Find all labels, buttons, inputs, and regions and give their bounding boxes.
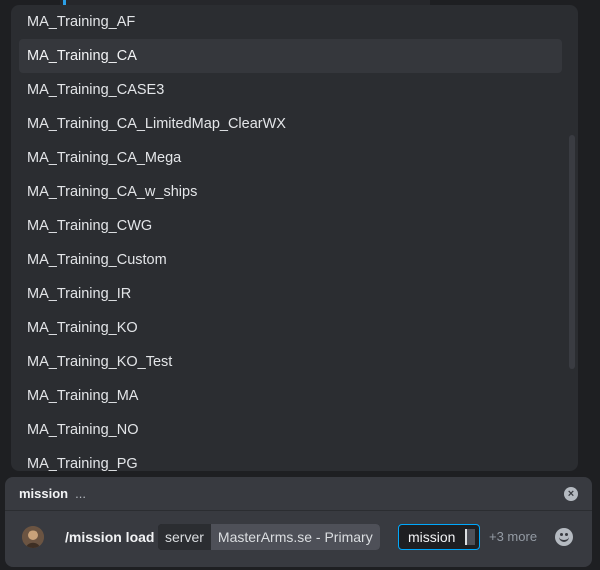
text-cursor xyxy=(465,529,475,545)
emoji-icon[interactable] xyxy=(555,528,573,546)
option-label: MA_Training_CWG xyxy=(27,218,153,234)
option-label: MA_Training_CA xyxy=(27,48,137,64)
autocomplete-option[interactable]: MA_Training_CASE3 xyxy=(19,73,562,107)
param-name: server xyxy=(158,524,211,550)
option-label: MA_Training_CA_w_ships xyxy=(27,184,198,200)
autocomplete-option[interactable]: MA_Training_MA xyxy=(19,379,562,413)
command-name: /mission load xyxy=(65,529,155,545)
param-name: mission xyxy=(408,529,456,545)
command-row: /mission load server MasterArms.se - Pri… xyxy=(5,521,592,553)
avatar xyxy=(22,526,44,548)
option-name: mission xyxy=(19,486,69,501)
param-pill-server[interactable]: server MasterArms.se - Primary xyxy=(158,524,380,550)
option-ellipsis: ... xyxy=(75,486,86,501)
option-label: MA_Training_KO xyxy=(27,320,138,336)
option-label: MA_Training_CA_Mega xyxy=(27,150,182,166)
autocomplete-option[interactable]: MA_Training_NO xyxy=(19,413,562,447)
autocomplete-option[interactable]: MA_Training_KO xyxy=(19,311,562,345)
autocomplete-option[interactable]: MA_Training_PG xyxy=(19,447,562,471)
autocomplete-option[interactable]: MA_Training_CA_w_ships xyxy=(19,175,562,209)
scrollbar[interactable] xyxy=(569,135,575,369)
autocomplete-option[interactable]: MA_Training_KO_Test xyxy=(19,345,562,379)
close-icon[interactable]: × xyxy=(564,487,578,501)
autocomplete-option[interactable]: MA_Training_Custom xyxy=(19,243,562,277)
option-label: MA_Training_CASE3 xyxy=(27,82,165,98)
option-label: MA_Training_NO xyxy=(27,422,139,438)
autocomplete-list: MA_Training_AF MA_Training_CA MA_Training_… xyxy=(19,5,562,471)
option-header: mission ... × xyxy=(5,477,592,511)
option-label: MA_Training_MA xyxy=(27,388,139,404)
slash-command-bar: mission ... × /mission load server Maste… xyxy=(5,477,592,567)
param-value: MasterArms.se - Primary xyxy=(210,524,380,550)
autocomplete-option[interactable]: MA_Training_CA_Mega xyxy=(19,141,562,175)
option-label: MA_Training_CA_LimitedMap_ClearWX xyxy=(27,116,286,132)
autocomplete-option[interactable]: MA_Training_IR xyxy=(19,277,562,311)
more-params-button[interactable]: +3 more xyxy=(489,529,537,544)
autocomplete-popup: MA_Training_AF MA_Training_CA MA_Training_… xyxy=(11,5,578,471)
autocomplete-option[interactable]: MA_Training_CWG xyxy=(19,209,562,243)
option-label: MA_Training_Custom xyxy=(27,252,167,268)
option-label: MA_Training_AF xyxy=(27,14,136,30)
param-pill-mission[interactable]: mission xyxy=(398,524,480,550)
autocomplete-option[interactable]: MA_Training_AF xyxy=(19,5,562,39)
option-label: MA_Training_IR xyxy=(27,286,132,302)
autocomplete-option[interactable]: MA_Training_CA_LimitedMap_ClearWX xyxy=(19,107,562,141)
smiley-mouth xyxy=(559,537,569,542)
option-label: MA_Training_KO_Test xyxy=(27,354,173,370)
option-label: MA_Training_PG xyxy=(27,456,138,471)
autocomplete-option[interactable]: MA_Training_CA xyxy=(19,39,562,73)
app-window: MA_Training_AF MA_Training_CA MA_Training_… xyxy=(0,0,600,570)
